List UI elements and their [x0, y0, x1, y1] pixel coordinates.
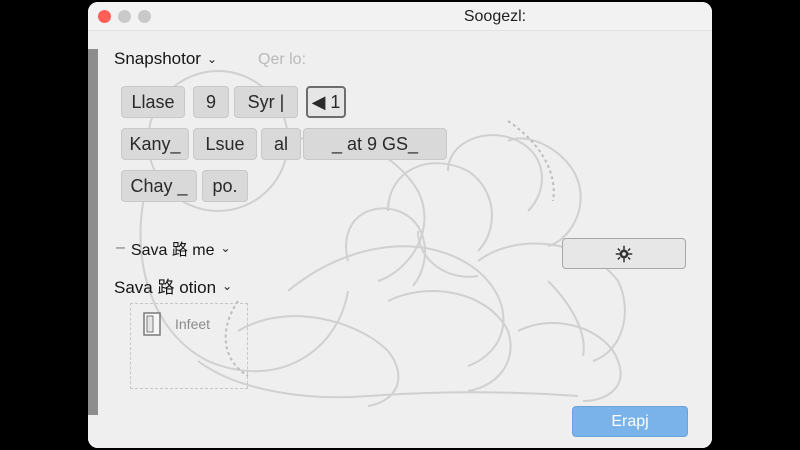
- dialog-content: Snapshotor ⌄ Qer lo: Llase 9 Syr | ◀ 1 K…: [88, 31, 712, 448]
- snapshot-dropdown-label: Snapshotor: [114, 49, 201, 68]
- primary-button[interactable]: Erapj: [572, 406, 688, 437]
- window-title: Soogezl:: [463, 8, 527, 25]
- infeet-drop-area[interactable]: Infeet: [130, 303, 248, 389]
- chip-chay[interactable]: Chay _: [121, 170, 197, 202]
- save-name-dropdown[interactable]: – Sava 路 me ⌄: [116, 236, 231, 260]
- gear-icon: [615, 245, 633, 262]
- dialog-window: Soogezl: Snapshotor ⌄ Qer lo: Llase 9 Sy…: [88, 2, 712, 448]
- search-placeholder[interactable]: Qer lo:: [258, 51, 306, 69]
- dash-prefix: –: [116, 239, 125, 256]
- chevron-down-icon: ⌄: [206, 52, 218, 66]
- chip-al[interactable]: al: [261, 128, 301, 160]
- chevron-down-icon: ⌄: [222, 278, 233, 293]
- save-location-label: Sava 路 otion: [114, 278, 217, 297]
- chip-po[interactable]: po.: [202, 170, 248, 202]
- chip-llase[interactable]: Llase: [121, 86, 185, 118]
- chip-back[interactable]: ◀ 1: [306, 86, 346, 118]
- save-name-label: Sava 路 me: [130, 242, 215, 259]
- folder-icon: [143, 312, 161, 336]
- settings-button[interactable]: [562, 238, 686, 269]
- chip-9[interactable]: 9: [193, 86, 229, 118]
- infeet-label: Infeet: [175, 316, 211, 332]
- chevron-down-icon: ⌄: [220, 241, 231, 255]
- left-edge-bar: [88, 49, 98, 415]
- chip-syr[interactable]: Syr |: [234, 86, 298, 118]
- chip-lsue[interactable]: Lsue: [193, 128, 257, 160]
- title-bar: Soogezl:: [88, 2, 712, 31]
- snapshot-dropdown[interactable]: Snapshotor ⌄: [114, 49, 217, 69]
- chip-kany[interactable]: Kany_: [121, 128, 189, 160]
- chip-at-9-gs[interactable]: _ at 9 GS_: [303, 128, 447, 160]
- save-location-dropdown[interactable]: Sava 路 otion ⌄: [114, 273, 232, 298]
